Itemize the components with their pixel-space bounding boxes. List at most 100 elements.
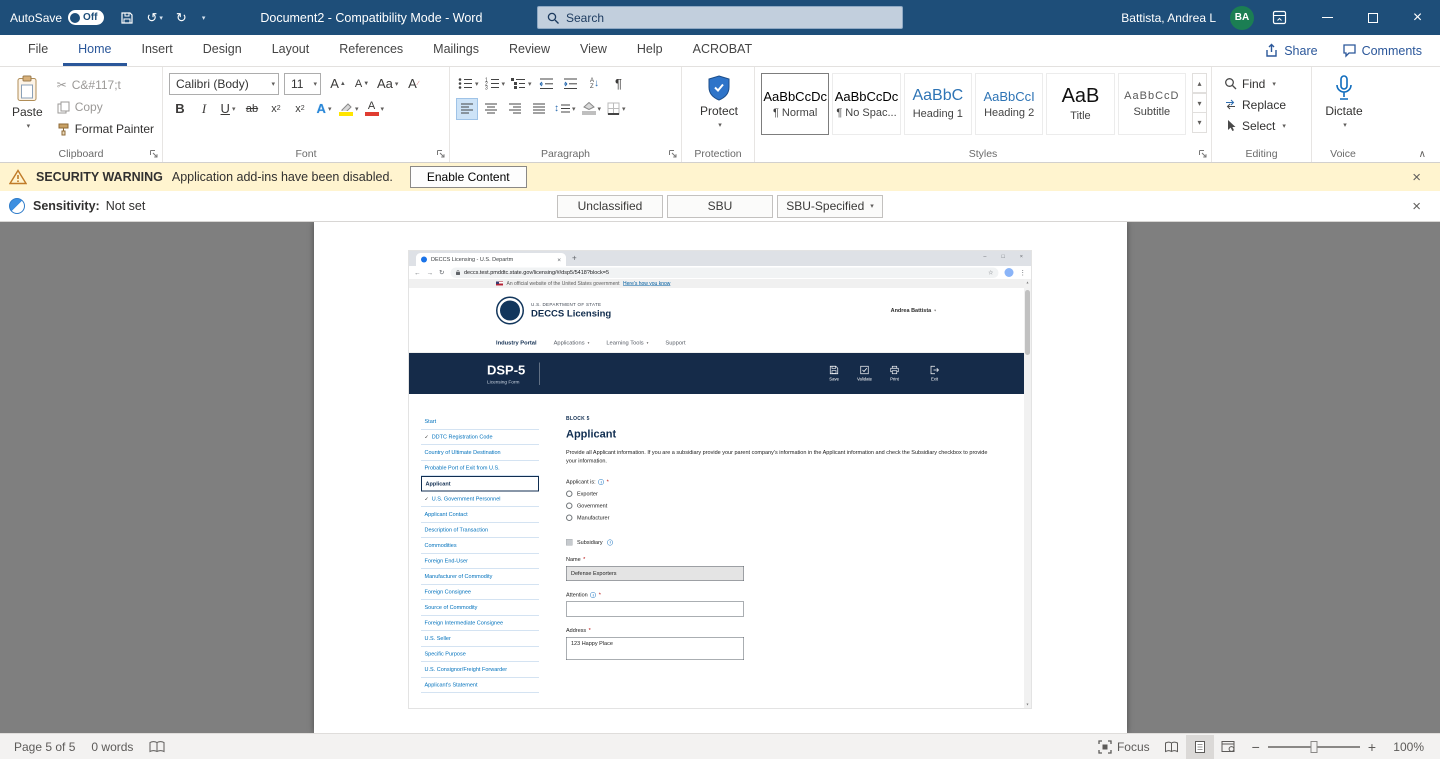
radio-icon[interactable] (566, 503, 573, 510)
section-link-foreign-end-user[interactable]: Foreign End-User (421, 554, 539, 570)
read-mode-button[interactable] (1158, 735, 1186, 759)
shrink-font-button[interactable]: A▼ (351, 73, 373, 95)
browser-maximize-button[interactable]: □ (1001, 254, 1004, 260)
nav-learning-tools[interactable]: Learning Tools▾ (606, 340, 648, 346)
embedded-browser-screenshot[interactable]: DECCS Licensing - U.S. Departm × + – □ ×… (409, 251, 1031, 708)
tab-mailings[interactable]: Mailings (418, 35, 494, 66)
align-center-button[interactable] (480, 98, 502, 120)
superscript-button[interactable]: x2 (289, 98, 311, 120)
multilevel-list-button[interactable]: ▾ (509, 73, 534, 95)
tab-layout[interactable]: Layout (257, 35, 325, 66)
browser-tab[interactable]: DECCS Licensing - U.S. Departm × (416, 253, 566, 266)
sensitivity-sbu-button[interactable]: SBU (667, 195, 773, 218)
tab-design[interactable]: Design (188, 35, 257, 66)
back-button[interactable]: ← (414, 269, 421, 277)
decrease-indent-button[interactable] (536, 73, 558, 95)
style-subtitle[interactable]: AaBbCcD Subtitle (1118, 73, 1186, 135)
browser-close-button[interactable]: × (1019, 254, 1022, 260)
radio-government[interactable]: Government (566, 503, 1006, 510)
section-link-start[interactable]: Start (421, 414, 539, 430)
sensitivity-sbu-specified-button[interactable]: SBU-Specified▾ (777, 195, 883, 218)
section-link-ddtc-registration-code[interactable]: ✓DDTC Registration Code (421, 430, 539, 446)
section-link-foreign-intermediate-consignee[interactable]: Foreign Intermediate Consignee (421, 616, 539, 632)
gov-banner-link[interactable]: Here's how you know (623, 281, 670, 287)
attention-input[interactable] (566, 602, 744, 617)
change-case-button[interactable]: Aa▾ (375, 73, 400, 95)
save-button[interactable] (120, 11, 134, 25)
style-title[interactable]: AaB Title (1046, 73, 1114, 135)
zoom-slider-thumb[interactable] (1310, 741, 1317, 753)
undo-button[interactable]: ↺▾ (147, 10, 163, 26)
proofing-status-button[interactable] (141, 740, 173, 753)
increase-indent-button[interactable] (560, 73, 582, 95)
share-button[interactable]: Share (1264, 43, 1317, 58)
grow-font-button[interactable]: A▲ (327, 73, 349, 95)
print-action-button[interactable]: Print (890, 366, 899, 382)
reload-button[interactable]: ↻ (439, 269, 444, 277)
section-link-us-consignor-freight-forwarder[interactable]: U.S. Consignor/Freight Forwarder (421, 662, 539, 678)
styles-scroll-down-button[interactable]: ▾ (1192, 93, 1207, 113)
font-family-select[interactable]: Calibri (Body)▾ (169, 73, 279, 95)
align-left-button[interactable] (456, 98, 478, 120)
section-link-us-seller[interactable]: U.S. Seller (421, 631, 539, 647)
nav-applications[interactable]: Applications▾ (553, 340, 589, 346)
address-input[interactable]: 123 Happy Place (566, 637, 744, 660)
web-layout-button[interactable] (1214, 735, 1242, 759)
tab-acrobat[interactable]: ACROBAT (678, 35, 768, 66)
close-button[interactable]: × (1395, 0, 1440, 35)
section-link-foreign-consignee[interactable]: Foreign Consignee (421, 585, 539, 601)
zoom-slider[interactable] (1268, 746, 1360, 748)
section-link-applicant[interactable]: Applicant (421, 476, 539, 492)
user-name[interactable]: Battista, Andrea L (1121, 11, 1216, 25)
info-icon[interactable]: i (598, 479, 604, 485)
tab-close-icon[interactable]: × (557, 256, 561, 264)
customize-qat-button[interactable]: ▾ (200, 14, 206, 22)
radio-manufacturer[interactable]: Manufacturer (566, 515, 1006, 522)
section-link-description-of-transaction[interactable]: Description of Transaction (421, 523, 539, 539)
comments-button[interactable]: Comments (1342, 43, 1422, 58)
line-spacing-button[interactable]: ↕ ▾ (552, 98, 578, 120)
maximize-button[interactable] (1350, 0, 1395, 35)
section-link-source-of-commodity[interactable]: Source of Commodity (421, 600, 539, 616)
save-action-button[interactable]: Save (829, 366, 839, 382)
avatar[interactable]: BA (1230, 6, 1254, 30)
tab-home[interactable]: Home (63, 35, 126, 66)
zoom-level[interactable]: 100% (1384, 740, 1424, 754)
style-no-spacing[interactable]: AaBbCcDc ¶ No Spac... (832, 73, 900, 135)
replace-button[interactable]: Replace (1218, 94, 1307, 115)
exit-action-button[interactable]: Exit (930, 366, 939, 382)
forward-button[interactable]: → (426, 269, 433, 277)
strikethrough-button[interactable]: ab (241, 98, 263, 120)
sort-button[interactable]: AZ↓ (584, 73, 606, 95)
style-heading-2[interactable]: AaBbCcI Heading 2 (975, 73, 1043, 135)
subsidiary-checkbox-row[interactable]: Subsidiary i (566, 539, 1006, 546)
style-normal[interactable]: AaBbCcDc ¶ Normal (761, 73, 829, 135)
clear-formatting-button[interactable]: A∕ (402, 73, 424, 95)
tab-review[interactable]: Review (494, 35, 565, 66)
radio-icon[interactable] (566, 491, 573, 498)
section-link-specific-purpose[interactable]: Specific Purpose (421, 647, 539, 663)
shading-button[interactable]: ▾ (580, 98, 604, 120)
font-size-select[interactable]: 11▾ (284, 73, 321, 95)
browser-scrollbar[interactable]: ▲ ▼ (1024, 279, 1031, 708)
clipboard-dialog-launcher[interactable] (149, 149, 159, 159)
info-icon[interactable]: i (607, 539, 613, 545)
radio-icon[interactable] (566, 515, 573, 522)
search-box[interactable]: Search (537, 6, 903, 29)
section-link-us-government-personnel[interactable]: ✓U.S. Government Personnel (421, 492, 539, 508)
tab-view[interactable]: View (565, 35, 622, 66)
zoom-in-button[interactable]: + (1368, 739, 1376, 755)
style-heading-1[interactable]: AaBbC Heading 1 (904, 73, 972, 135)
section-link-probable-port-of-exit[interactable]: Probable Port of Exit from U.S. (421, 461, 539, 477)
minimize-button[interactable] (1305, 0, 1350, 35)
focus-button[interactable]: Focus (1090, 740, 1158, 754)
bold-button[interactable]: B (169, 98, 191, 120)
scroll-down-icon[interactable]: ▼ (1025, 701, 1028, 708)
section-link-applicant-contact[interactable]: Applicant Contact (421, 507, 539, 523)
ribbon-display-options-button[interactable] (1272, 10, 1287, 25)
close-sensitivity-button[interactable]: × (1402, 198, 1431, 215)
numbering-button[interactable]: 123 ▾ (483, 73, 508, 95)
checkbox-icon[interactable] (566, 539, 573, 546)
close-warning-button[interactable]: × (1402, 169, 1431, 186)
section-link-manufacturer-of-commodity[interactable]: Manufacturer of Commodity (421, 569, 539, 585)
